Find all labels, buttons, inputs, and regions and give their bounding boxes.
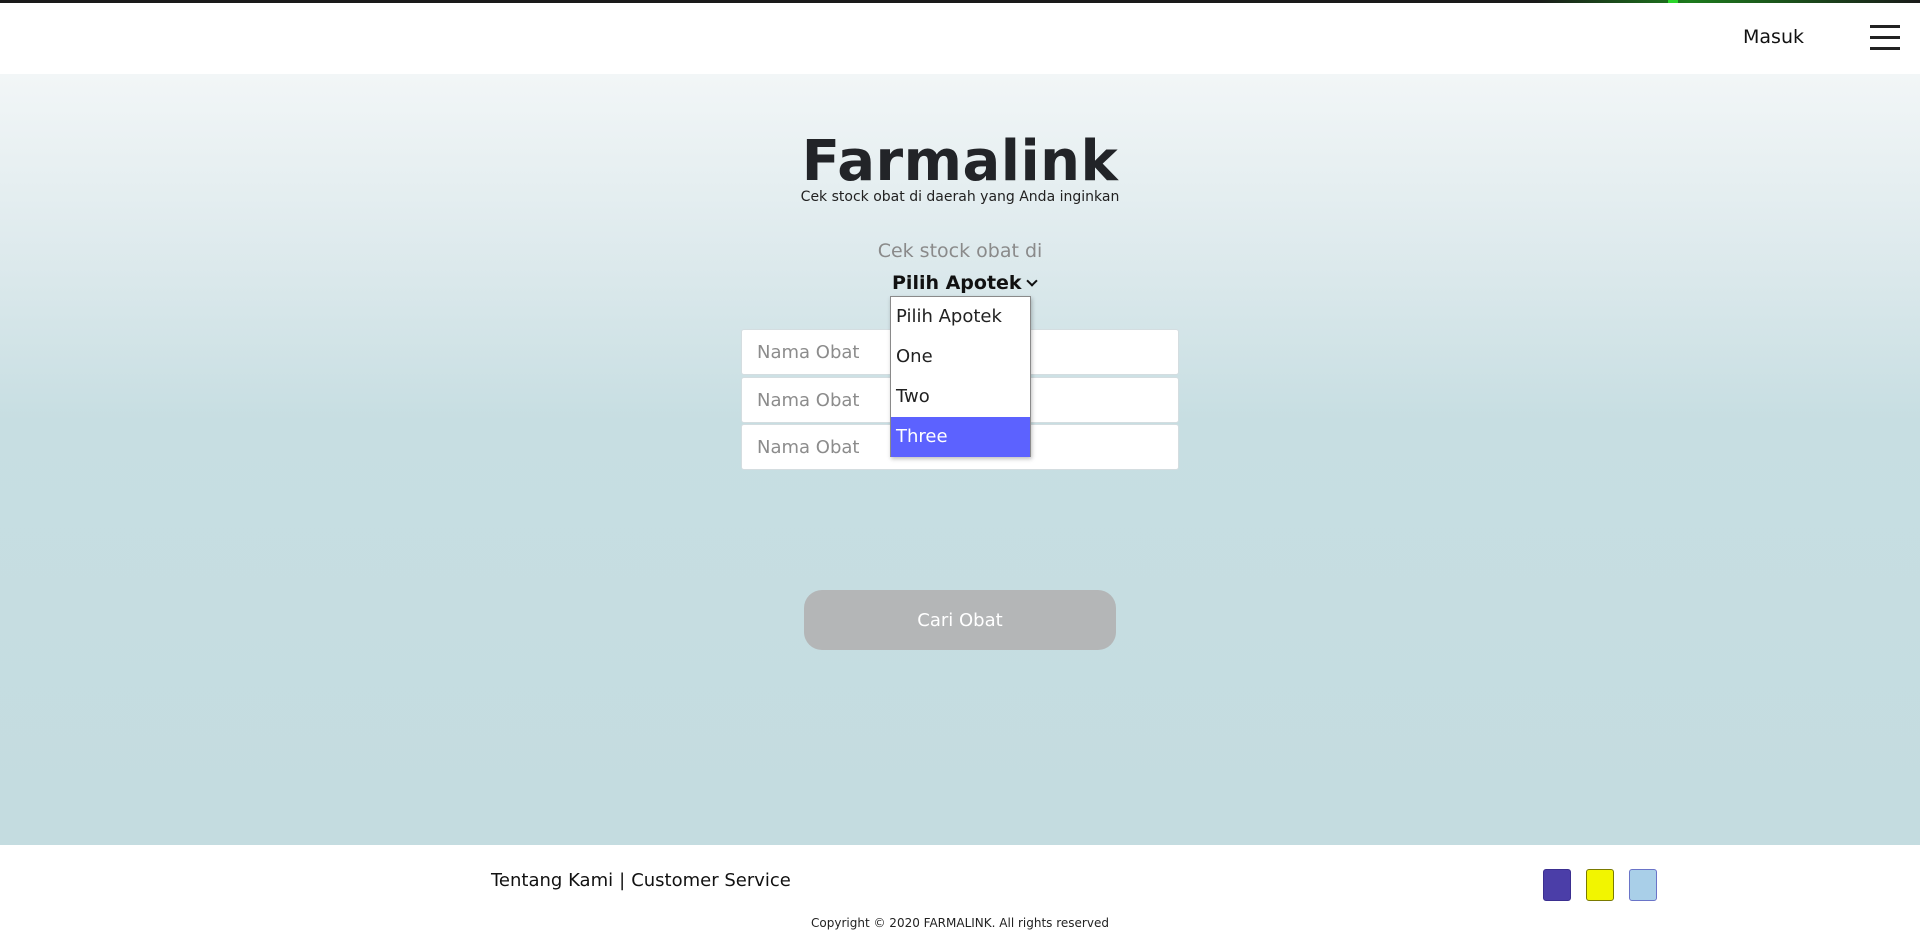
chevron-down-icon: [1025, 274, 1038, 287]
hamburger-icon[interactable]: [1870, 22, 1900, 52]
dropdown-option-pilih-apotek[interactable]: Pilih Apotek: [891, 297, 1030, 337]
customer-service-link[interactable]: Customer Service: [631, 870, 791, 891]
copyright-text: Copyright © 2020 FARMALINK. All rights r…: [811, 916, 1109, 930]
login-link[interactable]: Masuk: [1743, 26, 1804, 48]
theme-swatches: [1543, 869, 1657, 901]
page-footer: Tentang Kami | Customer Service Copyrigh…: [0, 845, 1920, 940]
footer-links: Tentang Kami | Customer Service: [491, 870, 791, 891]
theme-swatch-lightblue[interactable]: [1629, 869, 1657, 901]
top-navbar: Masuk: [0, 3, 1920, 74]
page-subtitle: Cek stock obat di daerah yang Anda ingin…: [800, 189, 1120, 205]
dropdown-option-two[interactable]: Two: [891, 377, 1030, 417]
dropdown-option-one[interactable]: One: [891, 337, 1030, 377]
about-us-link[interactable]: Tentang Kami: [491, 870, 613, 891]
search-medicine-button[interactable]: Cari Obat: [804, 590, 1116, 650]
footer-separator: |: [619, 870, 626, 891]
pharmacy-select-value: Pilih Apotek: [892, 272, 1022, 294]
theme-swatch-purple[interactable]: [1543, 869, 1571, 901]
theme-swatch-yellow[interactable]: [1586, 869, 1614, 901]
dropdown-option-three[interactable]: Three: [891, 417, 1030, 457]
hamburger-line: [1870, 25, 1900, 28]
pharmacy-dropdown-list: Pilih Apotek One Two Three: [890, 296, 1031, 457]
hamburger-line: [1870, 36, 1900, 39]
hamburger-line: [1870, 47, 1900, 50]
pharmacy-select[interactable]: Pilih Apotek: [892, 270, 1038, 296]
hero-section: Farmalink Cek stock obat di daerah yang …: [0, 74, 1920, 845]
check-stock-label: Cek stock obat di: [877, 240, 1043, 262]
page-title: Farmalink: [801, 129, 1119, 194]
